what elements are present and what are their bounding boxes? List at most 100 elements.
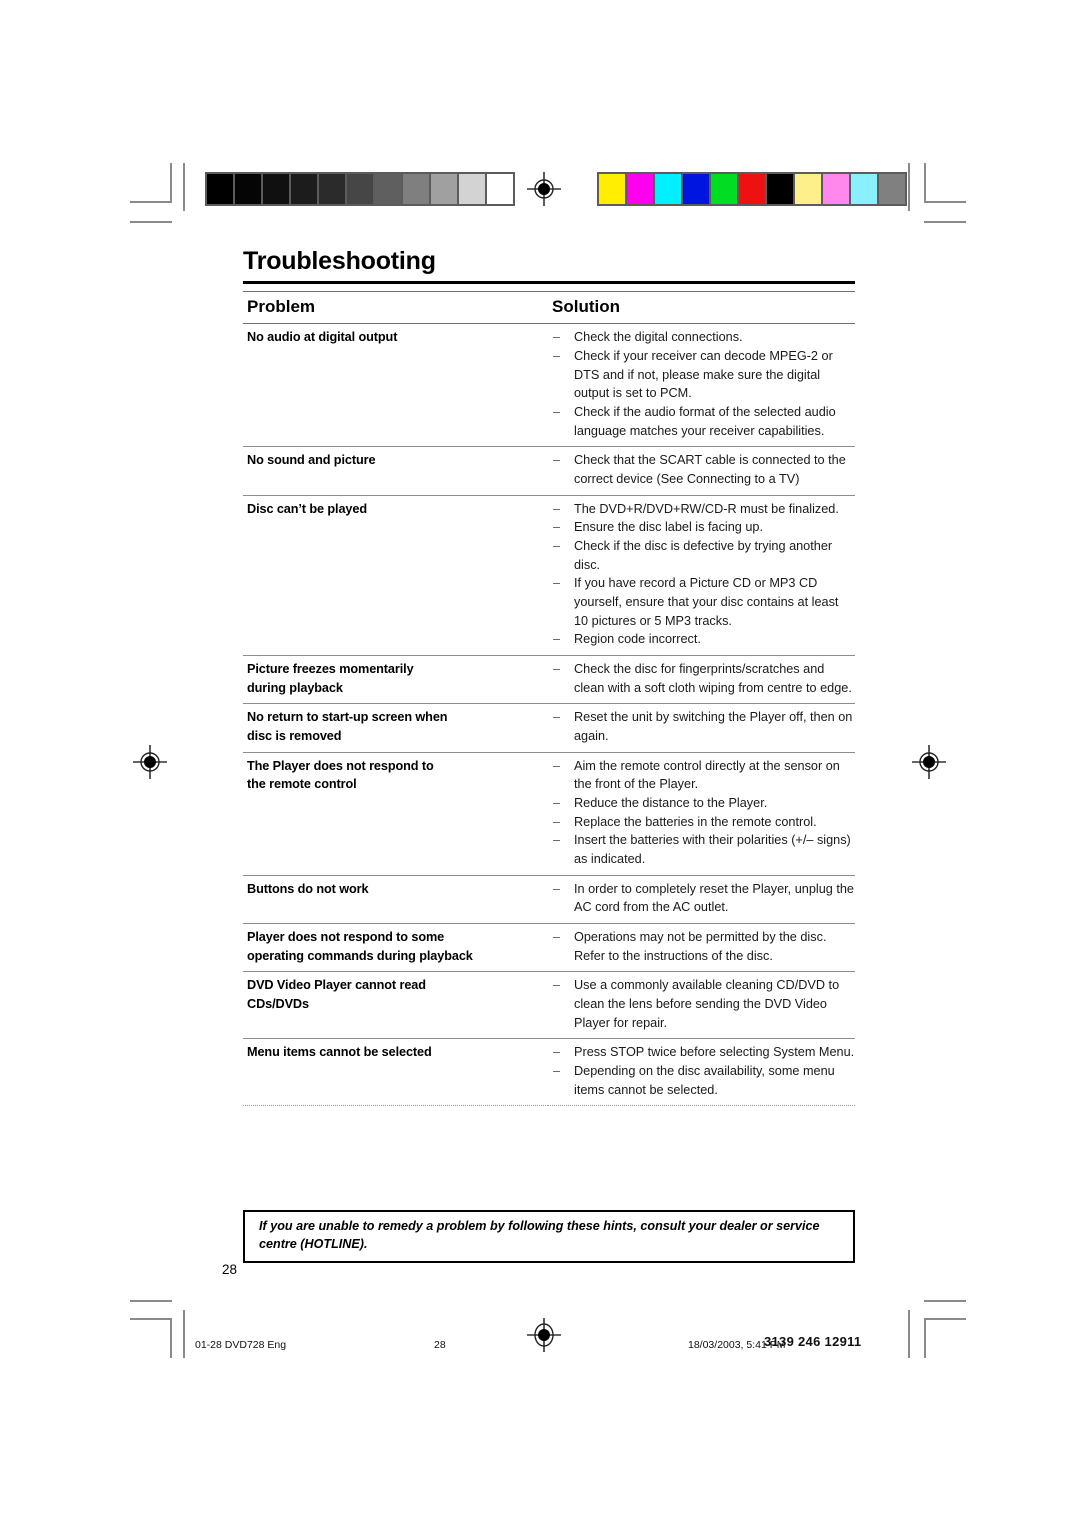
solution-item: – Check the digital connections. xyxy=(552,328,855,347)
problem-cell: Player does not respond to some operating… xyxy=(243,923,548,973)
problem-line: The Player does not respond to xyxy=(247,758,434,773)
solution-cell: – In order to completely reset the Player… xyxy=(548,875,855,925)
hotline-note: If you are unable to remedy a problem by… xyxy=(243,1210,855,1263)
color-swatch-7 xyxy=(795,174,821,204)
crop-mark-bottom-right xyxy=(920,1300,966,1360)
crop-mark-top-right xyxy=(920,163,966,223)
problem-cell: Menu items cannot be selected xyxy=(243,1038,548,1107)
list-dash-marker: – xyxy=(553,833,561,848)
color-swatch-5 xyxy=(739,174,765,204)
solution-list: – Check the digital connections. – Check if… xyxy=(552,328,855,440)
column-header-solution: Solution xyxy=(548,291,855,325)
grayscale-swatch-3 xyxy=(291,174,317,204)
solution-item: – Check if the audio format of the select… xyxy=(553,404,836,438)
solution-item: – Reduce the distance to the Player. xyxy=(552,794,855,813)
solution-item: – Use a commonly available cleaning CD/DV… xyxy=(553,978,840,1030)
grayscale-swatch-6 xyxy=(375,174,401,204)
list-dash-marker: – xyxy=(553,710,561,725)
solution-list: – Check that the SCART cable is connected… xyxy=(552,451,855,488)
color-swatch-2 xyxy=(655,174,681,204)
page-content: Troubleshooting Problem Solution No audi… xyxy=(243,247,855,1107)
crop-bar-bottom-left xyxy=(183,1310,185,1358)
color-calibration-wedge xyxy=(597,172,907,206)
problem-line: DVD Video Player cannot read xyxy=(247,978,426,993)
solution-item: – Check that the SCART cable is connected… xyxy=(553,453,846,486)
list-dash-marker: – xyxy=(553,758,561,773)
problem-line: Buttons do not work xyxy=(247,881,369,896)
table-row: The Player does not respond to the remote… xyxy=(243,752,855,876)
solution-item: – Press STOP twice before selecting Syste… xyxy=(552,1043,855,1062)
solution-cell: – Check the digital connections. – Check if… xyxy=(548,323,855,448)
grayscale-swatch-9 xyxy=(459,174,485,204)
colophon-part-number: 3139 246 12911 xyxy=(764,1334,862,1349)
registration-mark-right xyxy=(912,745,946,779)
column-header-problem: Problem xyxy=(243,291,548,325)
problem-line: Menu items cannot be selected xyxy=(247,1045,432,1060)
problem-cell: No audio at digital output xyxy=(243,323,548,448)
grayscale-swatch-5 xyxy=(347,174,373,204)
list-dash-marker: – xyxy=(553,576,561,591)
list-dash-marker: – xyxy=(553,1064,561,1079)
list-dash-marker: – xyxy=(553,978,561,993)
list-dash-marker: – xyxy=(553,814,561,829)
grayscale-swatch-1 xyxy=(235,174,261,204)
table-row: Buttons do not work – In order to complete… xyxy=(243,875,855,925)
grayscale-swatch-2 xyxy=(263,174,289,204)
troubleshooting-table: Problem Solution No audio at digital out… xyxy=(243,291,855,1107)
solution-item: – Region code incorrect. xyxy=(552,630,855,649)
solution-cell: – Aim the remote control directly at the … xyxy=(548,752,855,876)
problem-line: Picture freezes momentarily xyxy=(247,662,414,676)
color-swatch-0 xyxy=(599,174,625,204)
problem-cell: No return to start-up screen when disc is… xyxy=(243,703,548,753)
grayscale-swatch-10 xyxy=(487,174,513,204)
colophon-filename: 01-28 DVD728 Eng xyxy=(195,1339,287,1351)
solution-item: – Reset the unit by switching the Player … xyxy=(553,710,853,744)
solution-list: – Press STOP twice before selecting Syste… xyxy=(552,1043,855,1099)
solution-cell: – Reset the unit by switching the Player … xyxy=(548,703,855,753)
solution-item: – If you have record a Picture CD or MP3 … xyxy=(553,576,839,628)
list-dash-marker: – xyxy=(553,930,561,945)
problem-line: during playback xyxy=(247,680,343,695)
page-title: Troubleshooting xyxy=(243,247,436,275)
solution-item: – Operations may not be permitted by the … xyxy=(553,930,827,963)
solution-item: – Check if your receiver can decode MPEG-… xyxy=(553,348,833,401)
problem-cell: Disc can’t be played xyxy=(243,495,548,657)
problem-cell: No sound and picture xyxy=(243,446,548,496)
table-row: No audio at digital output – Check the dig… xyxy=(243,323,855,448)
title-rule xyxy=(243,281,855,285)
solution-list: – Aim the remote control directly at the … xyxy=(552,757,855,869)
crop-bar-top-left xyxy=(183,163,185,211)
problem-cell: DVD Video Player cannot read CDs/DVDs xyxy=(243,971,548,1040)
problem-line: No audio at digital output xyxy=(247,330,398,345)
problem-line: CDs/DVDs xyxy=(247,997,309,1012)
table-row: DVD Video Player cannot read CDs/DVDs – Use… xyxy=(243,971,855,1040)
problem-cell: Picture freezes momentarily during playba… xyxy=(243,655,548,705)
solution-cell: – Use a commonly available cleaning CD/DV… xyxy=(548,971,855,1040)
solution-cell: – Check the disc for fingerprints/scratch… xyxy=(548,655,855,705)
table-row: Picture freezes momentarily during playba… xyxy=(243,655,855,705)
color-swatch-3 xyxy=(683,174,709,204)
solution-list: – Check the disc for fingerprints/scratch… xyxy=(552,660,855,697)
solution-item: – In order to completely reset the Player… xyxy=(553,881,854,915)
list-dash-marker: – xyxy=(553,881,561,896)
hotline-text: If you are unable to remedy a problem by… xyxy=(259,1219,820,1251)
colophon-page-number: 28 xyxy=(434,1339,446,1351)
registration-mark-bottom-center xyxy=(527,1318,561,1352)
problem-line: Player does not respond to some xyxy=(247,930,445,945)
registration-mark-left xyxy=(133,745,167,779)
table-body: No audio at digital output – Check the dig… xyxy=(243,323,855,1107)
list-dash-marker: – xyxy=(553,520,561,535)
list-dash-marker: – xyxy=(553,453,561,468)
solution-item: – Insert the batteries with their polarit… xyxy=(553,833,851,867)
list-dash-marker: – xyxy=(553,404,561,419)
solution-cell: – Press STOP twice before selecting Syste… xyxy=(548,1038,855,1107)
problem-line: the remote control xyxy=(247,777,357,792)
grayscale-swatch-7 xyxy=(403,174,429,204)
crop-bar-top-right xyxy=(908,163,910,211)
table-row: No sound and picture – Check that the SCAR… xyxy=(243,446,855,496)
problem-line: No return to start-up screen when xyxy=(247,710,448,725)
table-row: Menu items cannot be selected – Press STOP… xyxy=(243,1038,855,1107)
color-swatch-4 xyxy=(711,174,737,204)
table-row: No return to start-up screen when disc is… xyxy=(243,703,855,753)
color-swatch-1 xyxy=(627,174,653,204)
